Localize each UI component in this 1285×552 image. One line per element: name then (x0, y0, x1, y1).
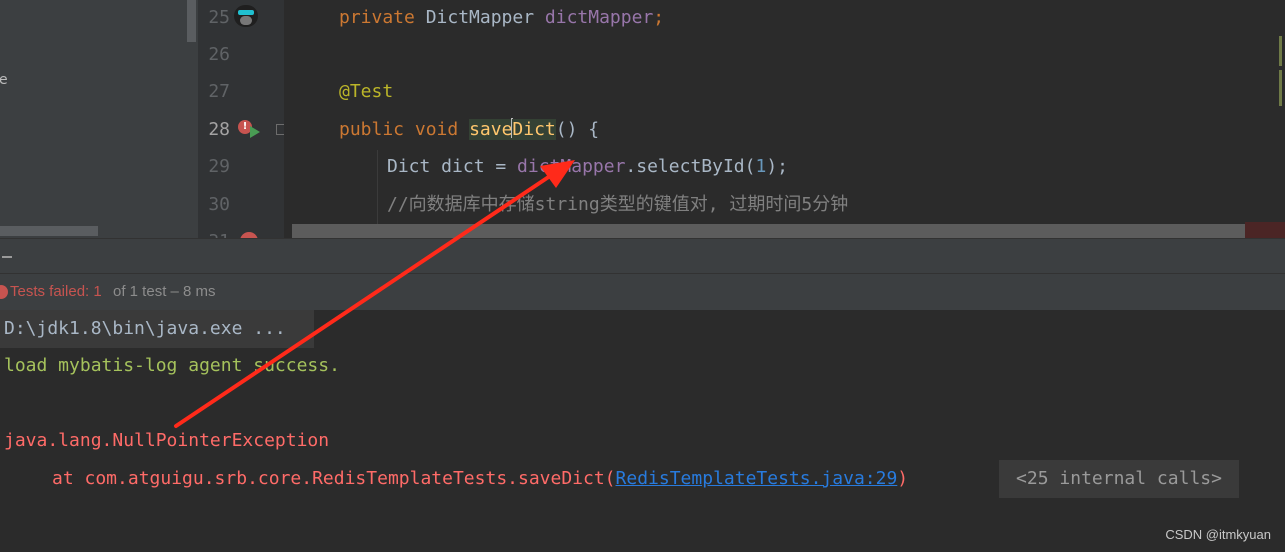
code-editor[interactable]: private DictMapper dictMapper; @Test pub… (284, 0, 1285, 238)
source-file-link[interactable]: RedisTemplateTests.java:29 (616, 468, 898, 489)
console-command-line[interactable]: D:\jdk1.8\bin\java.exe ... (4, 310, 286, 348)
line-number: 30 (208, 194, 230, 215)
error-highlight-end (1245, 222, 1285, 238)
console-exception-line: java.lang.NullPointerException (4, 430, 330, 451)
code-line-27: @Test (339, 73, 1285, 110)
scroll-marker[interactable] (1279, 36, 1282, 66)
project-panel-vertical-scrollbar[interactable] (187, 0, 196, 42)
tool-window-header (0, 238, 1285, 274)
field-name: dictMapper (517, 156, 626, 177)
keyword: public void (339, 119, 459, 140)
run-console-output[interactable]: D:\jdk1.8\bin\java.exe ... load mybatis-… (0, 310, 1285, 552)
project-panel-horizontal-scrollbar[interactable] (0, 226, 98, 236)
method-name-part: save (469, 119, 513, 140)
number-literal: 1 (755, 156, 767, 177)
code-comment: //向数据库中存储string类型的键值对, 过期时间5分钟 (387, 194, 849, 215)
failed-count: 1 (93, 283, 102, 300)
method-signature-end: () { (555, 119, 600, 140)
editor-gutter[interactable]: 25 26 27 28 29 30 31 ! (198, 0, 287, 252)
project-panel: e (0, 0, 198, 238)
code-text: Dict dict = (387, 156, 518, 177)
method-name-part: Dict (512, 119, 556, 140)
test-status-label: Tests failed: 1 (10, 274, 102, 310)
code-text: ); (766, 156, 788, 177)
code-line-28: public void saveDict() { (339, 111, 1285, 148)
console-success-line: load mybatis-log agent success. (4, 355, 340, 376)
run-test-icon[interactable] (250, 126, 260, 138)
status-label-text: Tests failed: (10, 283, 94, 300)
code-line-25: private DictMapper dictMapper; (339, 0, 1285, 36)
code-line-30: //向数据库中存储string类型的键值对, 过期时间5分钟 (387, 186, 1285, 223)
line-number-current: 28 (208, 119, 230, 140)
watermark: CSDN @itmkyuan (1165, 527, 1271, 542)
type-name: DictMapper (414, 7, 545, 28)
test-failed-icon (0, 285, 8, 299)
keyword: private (339, 7, 415, 28)
test-status-bar: Tests failed: 1 of 1 test – 8 ms (0, 273, 1285, 311)
internal-calls-fold[interactable]: <25 internal calls> (999, 460, 1239, 498)
scroll-marker[interactable] (1279, 70, 1282, 106)
semicolon: ; (653, 7, 665, 28)
stacktrace-suffix: ) (897, 468, 909, 489)
author-avatar-icon[interactable] (234, 5, 258, 27)
console-stacktrace-line: at com.atguigu.srb.core.RedisTemplateTes… (52, 460, 908, 498)
line-number: 29 (208, 156, 230, 177)
line-number: 26 (208, 44, 230, 65)
stacktrace-prefix: at com.atguigu.srb.core.RedisTemplateTes… (52, 468, 616, 489)
field-name: dictMapper (544, 7, 654, 28)
test-summary: of 1 test – 8 ms (113, 283, 216, 300)
annotation: @Test (339, 81, 394, 102)
error-line-highlight (292, 224, 1247, 238)
line-number: 25 (208, 7, 230, 28)
code-line-29: Dict dict = dictMapper.selectById(1); (387, 148, 1285, 185)
line-number: 27 (208, 81, 230, 102)
project-panel-text-fragment: e (0, 72, 8, 88)
minimize-icon[interactable] (2, 256, 12, 258)
code-text: .selectById( (625, 156, 756, 177)
